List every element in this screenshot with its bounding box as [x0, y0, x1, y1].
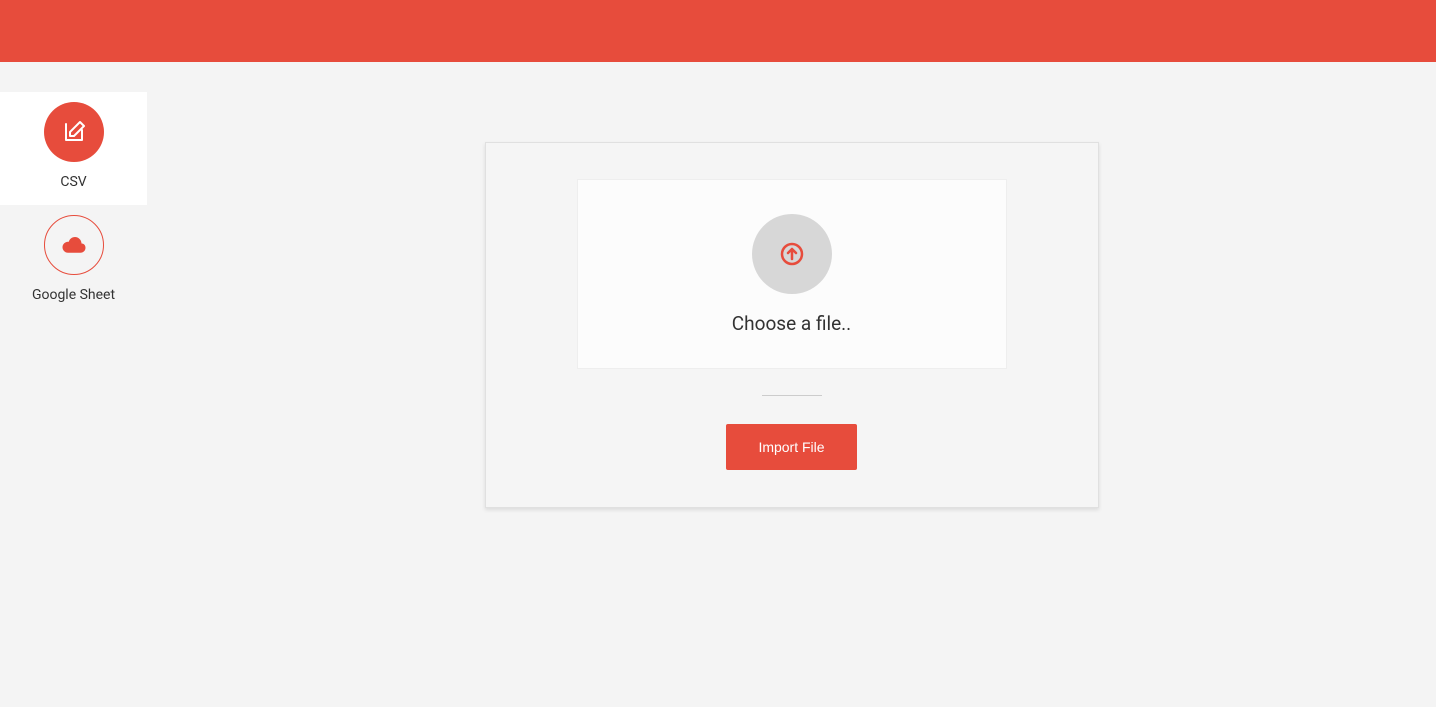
sidebar: CSV Google Sheet	[0, 62, 147, 707]
choose-file-label: Choose a file..	[732, 312, 851, 335]
header-bar	[0, 0, 1436, 62]
upload-icon-wrapper	[752, 214, 832, 294]
sidebar-item-label: Google Sheet	[32, 287, 115, 303]
cloud-icon	[44, 215, 104, 275]
content-area: CSV Google Sheet Ch	[0, 62, 1436, 707]
divider	[762, 395, 822, 396]
import-file-button[interactable]: Import File	[726, 424, 856, 470]
sidebar-item-csv[interactable]: CSV	[0, 92, 147, 205]
upload-card: Choose a file.. Import File	[485, 142, 1099, 508]
edit-icon	[44, 102, 104, 162]
main-panel: Choose a file.. Import File	[147, 62, 1436, 707]
upload-arrow-icon	[780, 242, 804, 266]
sidebar-item-label: CSV	[60, 174, 86, 190]
sidebar-item-google-sheet[interactable]: Google Sheet	[0, 205, 147, 318]
file-dropzone[interactable]: Choose a file..	[577, 179, 1007, 369]
